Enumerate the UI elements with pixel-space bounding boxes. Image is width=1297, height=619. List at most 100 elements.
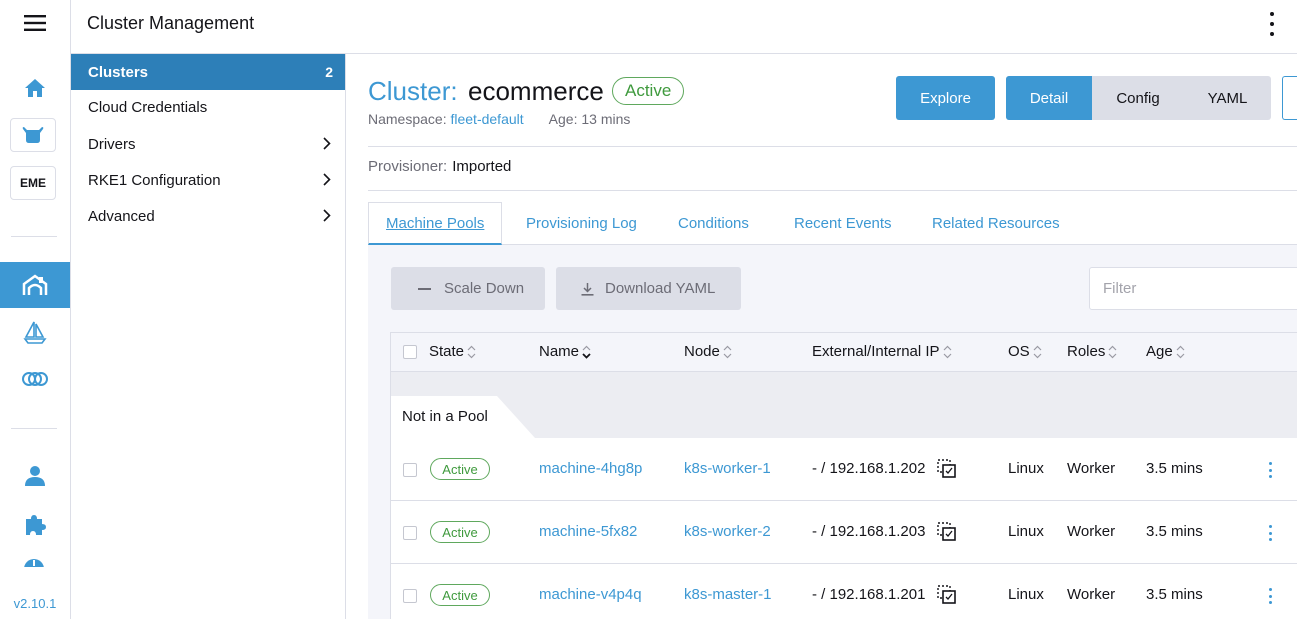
sidenav-item-clusters[interactable]: Clusters 2 (71, 54, 345, 90)
table-header: State Name Node External/Internal IP OS (391, 333, 1297, 372)
namespace-label: Namespace: (368, 111, 447, 127)
explore-button[interactable]: Explore (896, 76, 995, 120)
node-link[interactable]: k8s-worker-2 (684, 523, 771, 540)
tab-conditions[interactable]: Conditions (678, 202, 749, 245)
row-checkbox[interactable] (403, 589, 417, 603)
chevron-right-icon (323, 173, 331, 186)
more-actions-button[interactable] (1282, 76, 1297, 120)
tab-bar: Machine Pools Provisioning Log Condition… (368, 202, 1297, 245)
ip-value: - / 192.168.1.202 (812, 460, 926, 477)
column-header-node[interactable]: Node (684, 343, 732, 360)
os-value: Linux (1008, 586, 1044, 603)
home-icon[interactable] (0, 66, 70, 110)
yaml-button[interactable]: YAML (1184, 76, 1271, 120)
sort-icon (1108, 345, 1117, 358)
sidenav-item-label: Clusters (88, 63, 149, 81)
age-label: Age: (548, 111, 578, 127)
roles-value: Worker (1067, 586, 1116, 603)
page-title-prefix: Cluster: (368, 76, 458, 106)
sidenav-item-cloud-credentials[interactable]: Cloud Credentials (71, 89, 345, 125)
side-navigation: Clusters 2 Cloud Credentials Drivers RKE… (71, 54, 346, 619)
row-actions-kebab-icon[interactable] (1269, 588, 1273, 604)
age-value: 3.5 mins (1146, 586, 1203, 603)
select-all-checkbox[interactable] (403, 345, 417, 359)
hamburger-icon[interactable] (0, 1, 70, 45)
machine-pools-panel: Scale Down Download YAML State Name Node (368, 245, 1297, 619)
product-title: Cluster Management (87, 13, 255, 33)
node-link[interactable]: k8s-worker-1 (684, 460, 771, 477)
copy-icon[interactable] (937, 459, 957, 479)
main-content: Cluster: ecommerce Active Namespace: fle… (346, 54, 1297, 619)
column-header-name[interactable]: Name (539, 343, 591, 360)
column-header-state[interactable]: State (429, 343, 476, 360)
left-rail: EME v2.10.1 (0, 0, 71, 619)
copy-icon[interactable] (937, 522, 957, 542)
ip-value: - / 192.168.1.203 (812, 523, 926, 540)
machine-name-link[interactable]: machine-4hg8p (539, 460, 642, 477)
cattle-icon[interactable] (10, 118, 56, 152)
sort-icon (943, 345, 952, 358)
top-header: Cluster Management (71, 0, 1297, 54)
status-badge: Active (612, 77, 685, 105)
download-yaml-label: Download YAML (605, 280, 716, 297)
clusters-count-badge: 2 (325, 64, 333, 80)
chevron-right-icon (323, 209, 331, 222)
tab-related-resources[interactable]: Related Resources (932, 202, 1060, 245)
harvester-icon[interactable] (0, 357, 70, 401)
machine-name-link[interactable]: machine-v4p4q (539, 586, 642, 603)
machine-name-link[interactable]: machine-5fx82 (539, 523, 637, 540)
scale-down-button[interactable]: Scale Down (391, 267, 545, 310)
row-actions-kebab-icon[interactable] (1269, 462, 1273, 478)
sort-icon (1033, 345, 1042, 358)
tab-provisioning-log[interactable]: Provisioning Log (526, 202, 637, 245)
table-row[interactable]: Active machine-v4p4q k8s-master-1 - / 19… (391, 564, 1297, 619)
column-header-roles[interactable]: Roles (1067, 343, 1117, 360)
filter-input[interactable] (1089, 267, 1297, 310)
namespace-link[interactable]: fleet-default (450, 111, 523, 127)
row-actions-kebab-icon[interactable] (1269, 525, 1273, 541)
sidenav-item-label: Cloud Credentials (88, 98, 208, 116)
divider (368, 190, 1297, 191)
kebab-icon[interactable] (1265, 12, 1279, 36)
table-row[interactable]: Active machine-4hg8p k8s-worker-1 - / 19… (391, 438, 1297, 501)
detail-button[interactable]: Detail (1006, 76, 1092, 120)
ip-value: - / 192.168.1.201 (812, 586, 926, 603)
sailboat-icon[interactable] (0, 310, 70, 354)
os-value: Linux (1008, 523, 1044, 540)
row-checkbox[interactable] (403, 526, 417, 540)
cluster-management-icon[interactable] (0, 262, 70, 308)
age-value: 13 mins (581, 111, 631, 127)
sidenav-item-rke1-configuration[interactable]: RKE1 Configuration (71, 162, 345, 198)
view-mode-toggle: Detail Config YAML (1006, 76, 1271, 120)
node-link[interactable]: k8s-master-1 (684, 586, 772, 603)
column-header-os[interactable]: OS (1008, 343, 1042, 360)
minus-icon (418, 287, 431, 290)
sidenav-item-advanced[interactable]: Advanced (71, 198, 345, 234)
copy-icon[interactable] (937, 585, 957, 605)
age-value: 3.5 mins (1146, 523, 1203, 540)
row-status-badge: Active (430, 521, 490, 543)
sidenav-item-label: RKE1 Configuration (88, 171, 221, 189)
download-icon (581, 282, 594, 296)
divider (368, 146, 1297, 147)
group-row: Not in a Pool (391, 372, 1297, 438)
cluster-tile[interactable]: EME (10, 166, 56, 200)
scale-down-label: Scale Down (444, 280, 525, 297)
roles-value: Worker (1067, 523, 1116, 540)
table-row[interactable]: Active machine-5fx82 k8s-worker-2 - / 19… (391, 501, 1297, 564)
column-header-age[interactable]: Age (1146, 343, 1185, 360)
version-label[interactable]: v2.10.1 (0, 596, 70, 611)
config-button[interactable]: Config (1092, 76, 1184, 120)
download-yaml-button[interactable]: Download YAML (556, 267, 741, 310)
provisioner-label: Provisioner: (368, 158, 448, 175)
tab-recent-events[interactable]: Recent Events (794, 202, 892, 245)
puzzle-icon[interactable] (0, 502, 70, 546)
tab-machine-pools[interactable]: Machine Pools (368, 202, 503, 245)
row-checkbox[interactable] (403, 463, 417, 477)
sort-icon (467, 345, 476, 358)
user-icon[interactable] (0, 454, 70, 498)
sidenav-item-drivers[interactable]: Drivers (71, 126, 345, 162)
cluster-tile-label: EME (19, 176, 46, 190)
column-header-ip[interactable]: External/Internal IP (812, 343, 952, 360)
group-label: Not in a Pool (402, 408, 488, 425)
